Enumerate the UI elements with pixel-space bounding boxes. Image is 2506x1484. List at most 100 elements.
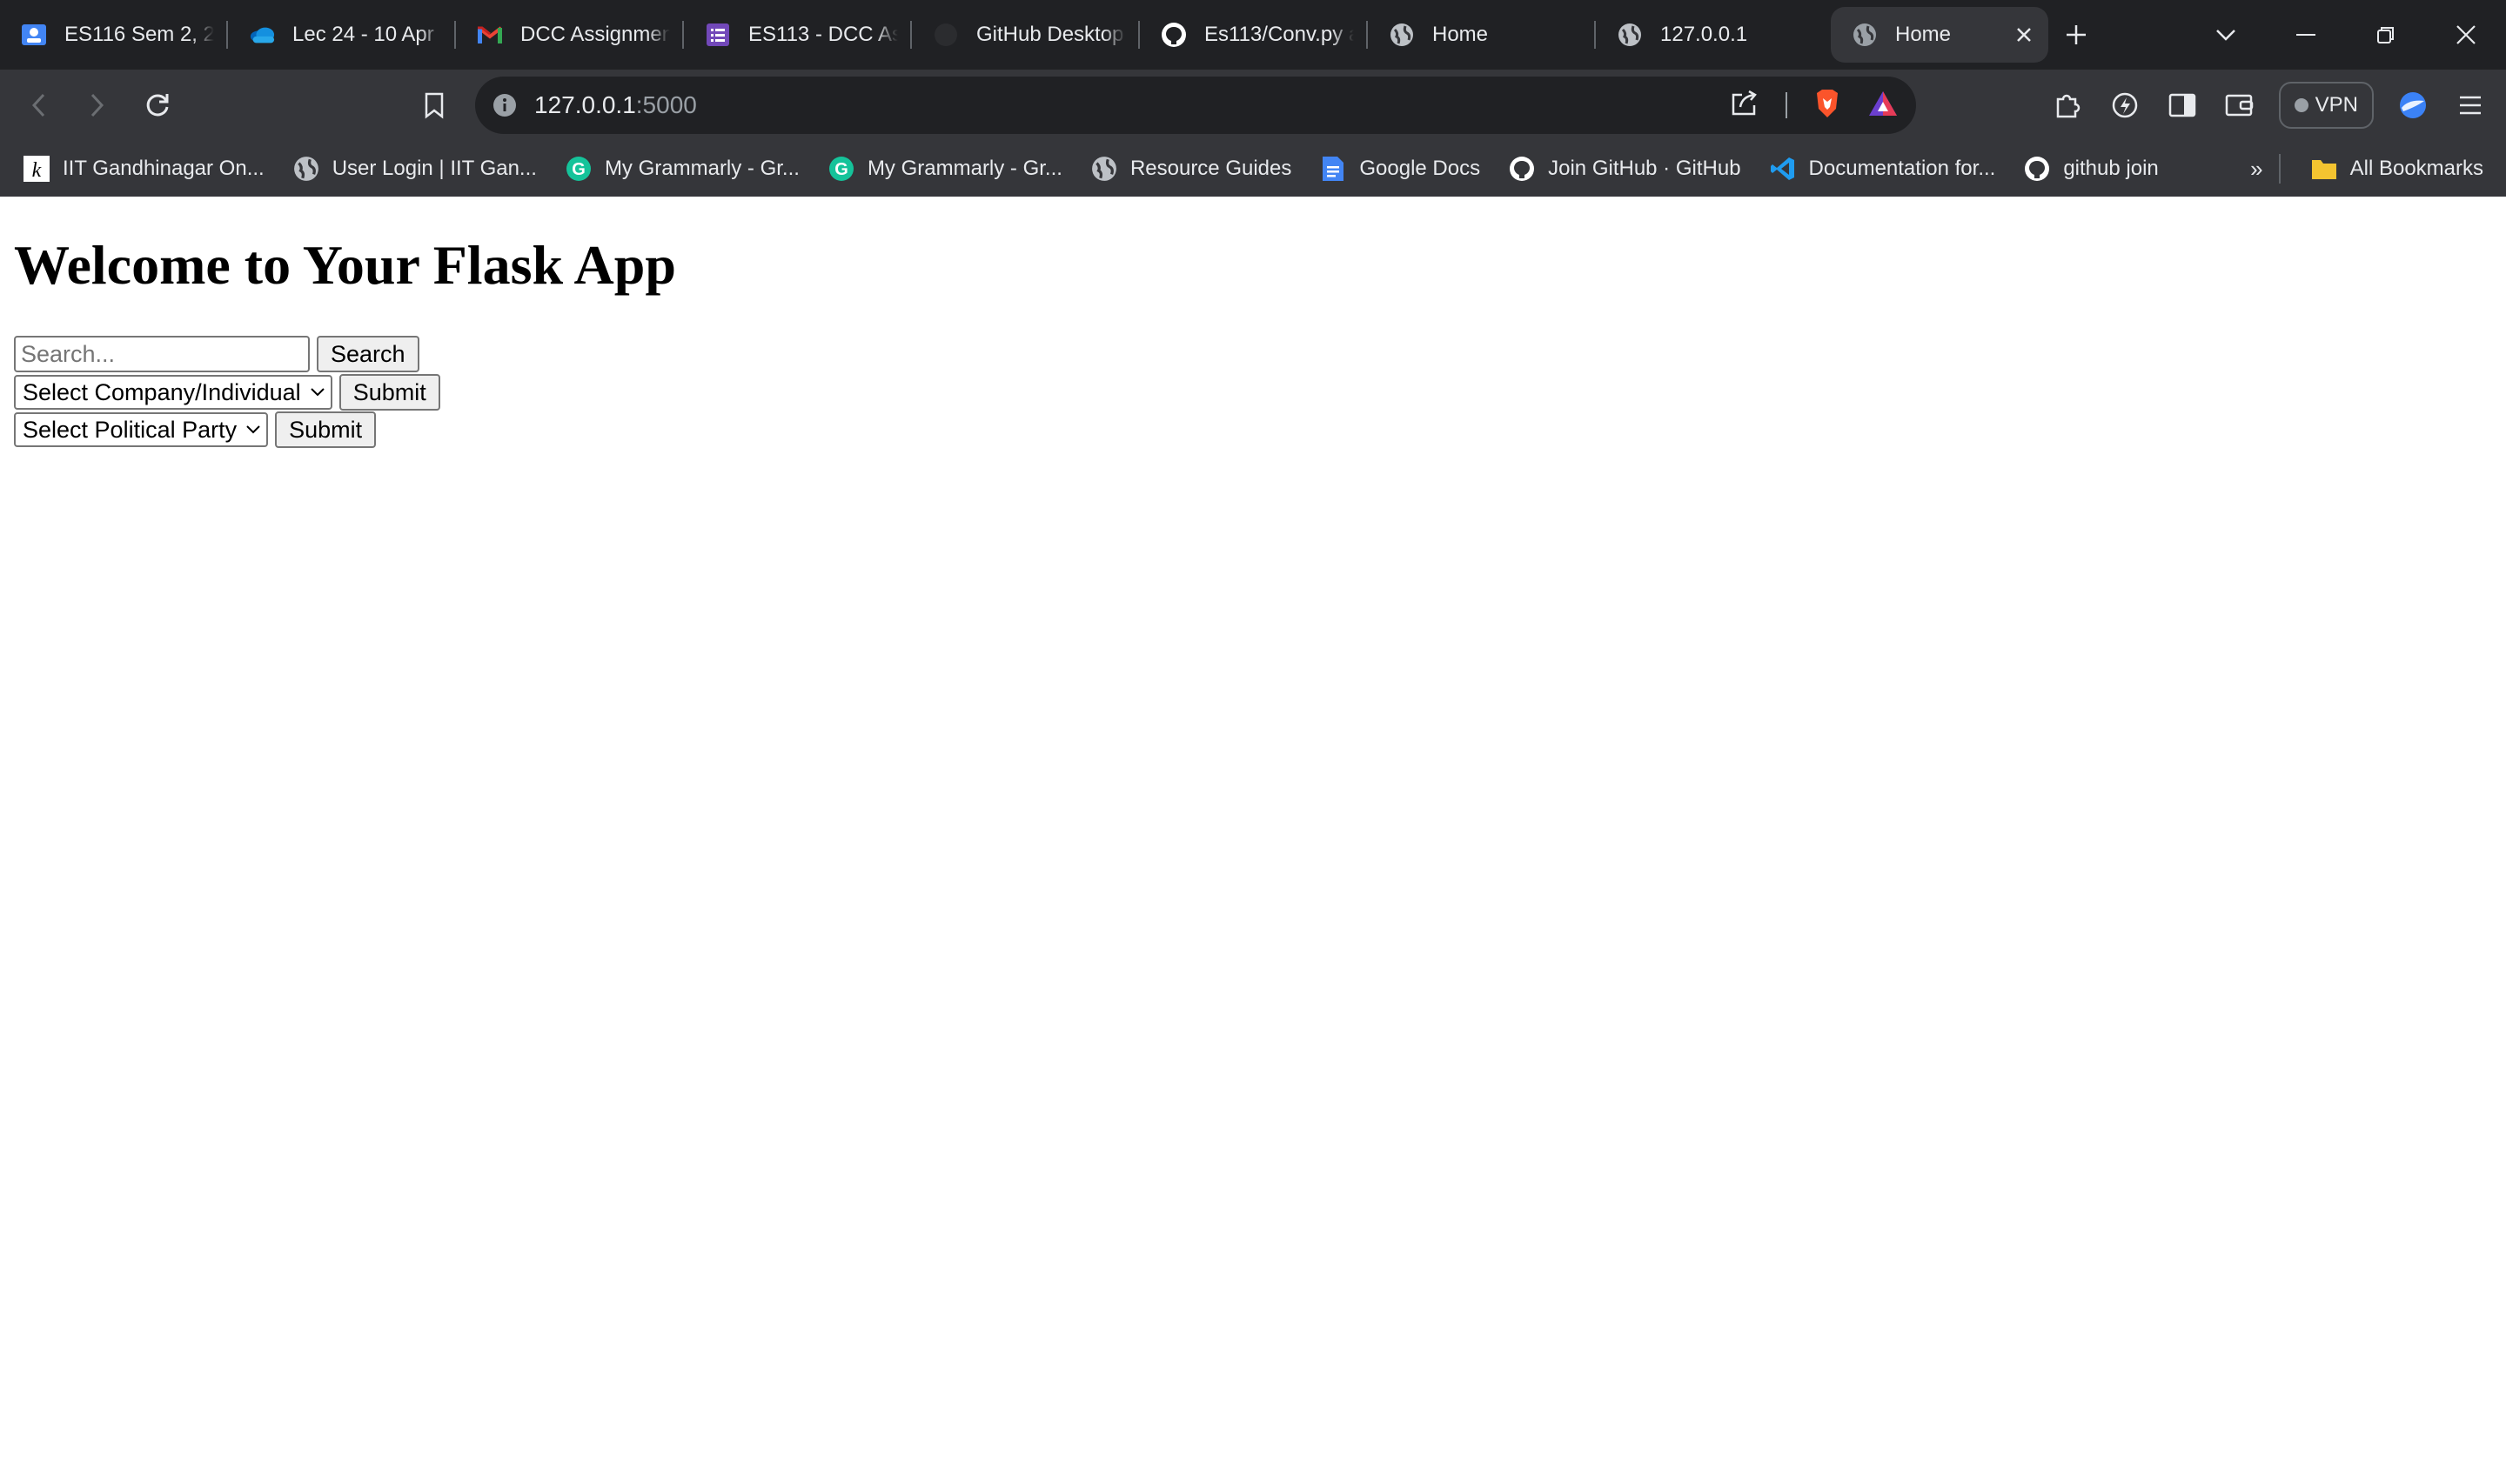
bookmark-label: All Bookmarks	[2349, 157, 2483, 180]
tab-5[interactable]: Es113/Conv.py a	[1140, 7, 1368, 63]
party-submit-button[interactable]: Submit	[275, 411, 377, 448]
bookmark-label: Resource Guides	[1129, 157, 1292, 180]
wallet-button[interactable]	[2211, 77, 2268, 134]
company-submit-button[interactable]: Submit	[338, 374, 440, 411]
bookmark-label: IIT Gandhinagar On...	[63, 157, 265, 180]
bookmark-item[interactable]: G My Grammarly - Gr...	[554, 143, 810, 195]
chevron-down-icon	[310, 388, 325, 397]
leo-button[interactable]	[2096, 77, 2154, 134]
new-tab-button[interactable]	[2048, 0, 2104, 70]
vpn-button[interactable]: VPN	[2278, 82, 2374, 129]
github-icon	[933, 22, 959, 48]
bookmark-item[interactable]: Resource Guides	[1080, 143, 1302, 195]
page-content: Welcome to Your Flask App Search Select …	[0, 197, 2506, 1484]
restore-icon	[2377, 27, 2394, 43]
bookmark-label: User Login | IIT Gan...	[332, 157, 537, 180]
tab-0[interactable]: ES116 Sem 2, 20	[0, 7, 228, 63]
chevron-down-icon	[2216, 30, 2235, 41]
tab-7[interactable]: 127.0.0.1	[1596, 7, 1824, 63]
tab-2[interactable]: DCC Assignmen	[456, 7, 684, 63]
globe-icon	[1852, 22, 1878, 48]
bookmark-label: Google Docs	[1359, 157, 1481, 180]
tab-6[interactable]: Home	[1368, 7, 1596, 63]
github-icon	[2023, 155, 2051, 183]
bookmark-label: Documentation for...	[1808, 157, 1996, 180]
search-input[interactable]	[14, 336, 310, 372]
tab-title: ES116 Sem 2, 20	[64, 23, 214, 46]
bookmark-item[interactable]: User Login | IIT Gan...	[282, 143, 547, 195]
bookmark-item[interactable]: Join GitHub · GitHub	[1498, 143, 1751, 195]
company-select[interactable]: Select Company/Individual	[14, 375, 332, 410]
brave-rewards-icon[interactable]	[1867, 90, 1899, 122]
reload-button[interactable]	[129, 77, 186, 134]
party-select[interactable]: Select Political Party	[14, 412, 269, 447]
sidebar-toggle-button[interactable]	[2154, 77, 2211, 134]
tab-active[interactable]: Home	[1831, 7, 2048, 63]
hamburger-menu-icon	[2460, 96, 2481, 115]
divider	[1786, 92, 1787, 118]
github-icon	[1508, 155, 1536, 183]
forward-button[interactable]	[68, 77, 125, 134]
all-bookmarks-button[interactable]: All Bookmarks	[2300, 143, 2494, 195]
svg-text:G: G	[572, 160, 586, 179]
extensions-button[interactable]	[2039, 77, 2096, 134]
tab-strip: ES116 Sem 2, 20 Lec 24 - 10 Apr DCC Assi…	[0, 0, 2506, 70]
bookmark-label: Join GitHub · GitHub	[1548, 157, 1741, 180]
address-bar[interactable]: 127.0.0.1:5000	[475, 77, 1916, 134]
close-icon	[2456, 25, 2476, 44]
onedrive-icon	[249, 22, 275, 48]
page-title: Welcome to Your Flask App	[14, 234, 676, 296]
company-form: Select Company/Individual Submit	[14, 374, 440, 411]
share-icon[interactable]	[1730, 90, 1759, 122]
tab-4[interactable]: GitHub Desktop	[912, 7, 1140, 63]
tab-1[interactable]: Lec 24 - 10 Apr	[228, 7, 456, 63]
forward-arrow-icon	[90, 93, 104, 117]
bookmarks-overflow-button[interactable]: »	[2250, 156, 2262, 183]
bookmark-label: My Grammarly - Gr...	[867, 157, 1062, 180]
minimize-button[interactable]	[2266, 0, 2346, 70]
bookmark-item[interactable]: Google Docs	[1309, 143, 1491, 195]
close-window-button[interactable]	[2426, 0, 2506, 70]
puzzle-icon	[2056, 94, 2080, 118]
bookmark-item[interactable]: G My Grammarly - Gr...	[817, 143, 1073, 195]
classroom-icon	[21, 22, 47, 48]
window-controls	[2186, 0, 2506, 70]
menu-button[interactable]	[2442, 77, 2499, 134]
close-tab-icon[interactable]	[2014, 24, 2034, 45]
company-select-value: Select Company/Individual	[23, 378, 301, 405]
bookmark-label: My Grammarly - Gr...	[604, 157, 800, 180]
bookmark-page-button[interactable]	[405, 77, 463, 134]
info-icon[interactable]	[492, 93, 517, 117]
tab-3[interactable]: ES113 - DCC As	[684, 7, 912, 63]
restore-button[interactable]	[2346, 0, 2426, 70]
profile-button[interactable]	[2384, 77, 2442, 134]
globe-icon	[292, 155, 320, 183]
plus-icon	[2067, 25, 2086, 44]
iitgn-icon: k	[23, 155, 50, 183]
tab-title: 127.0.0.1	[1660, 23, 1748, 46]
bookmark-item[interactable]: Documentation for...	[1759, 143, 2007, 195]
docs-icon	[1319, 155, 1347, 183]
vscode-icon	[1769, 155, 1797, 183]
grammarly-icon: G	[565, 155, 593, 183]
bookmark-item[interactable]: k IIT Gandhinagar On...	[12, 143, 275, 195]
tab-search-button[interactable]	[2186, 0, 2266, 70]
back-button[interactable]	[10, 77, 68, 134]
vpn-label: VPN	[2315, 93, 2358, 117]
github-icon	[1161, 22, 1187, 48]
bookmark-item[interactable]: github join	[2013, 143, 2168, 195]
globe-icon	[1389, 22, 1415, 48]
bookmarks-bar: k IIT Gandhinagar On... User Login | IIT…	[0, 141, 2506, 197]
tab-title: DCC Assignmen	[520, 23, 670, 46]
search-button[interactable]: Search	[317, 336, 419, 372]
tab-title: Es113/Conv.py a	[1204, 23, 1354, 46]
globe-icon	[1090, 155, 1118, 183]
brave-shields-icon[interactable]	[1813, 88, 1841, 124]
grammarly-icon: G	[828, 155, 855, 183]
tab-title: ES113 - DCC As	[748, 23, 898, 46]
minimize-icon	[2296, 34, 2315, 36]
bookmark-icon	[425, 92, 444, 119]
svg-text:k: k	[32, 159, 42, 182]
url-text[interactable]: 127.0.0.1:5000	[534, 91, 697, 119]
wallet-icon	[2225, 94, 2253, 117]
